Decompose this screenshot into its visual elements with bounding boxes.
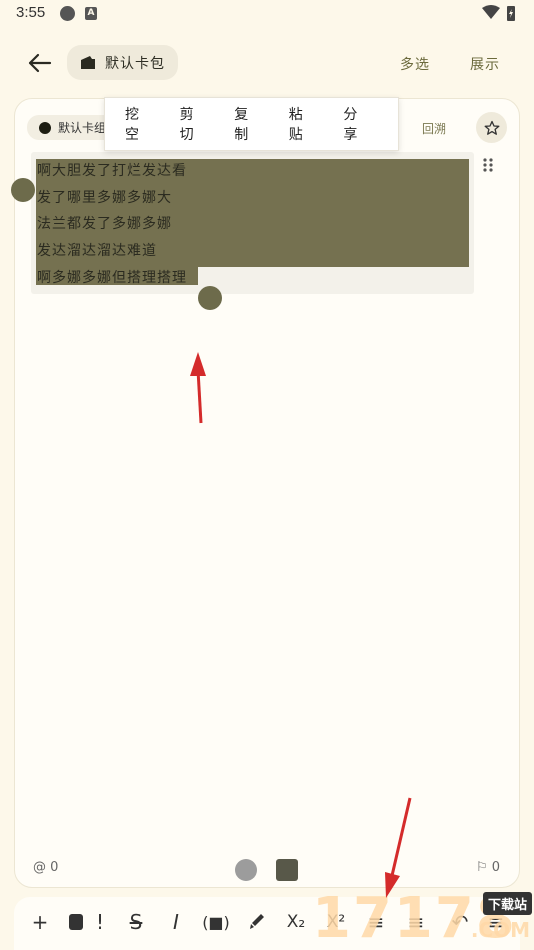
star-button[interactable]: [476, 112, 507, 143]
menu-item-paste[interactable]: 粘贴: [289, 104, 316, 144]
text-context-menu: 挖空 剪切 复制 粘贴 分享: [104, 97, 399, 151]
menu-item-cut[interactable]: 剪切: [180, 104, 207, 144]
status-bar: 3:55 A: [0, 0, 534, 28]
selection-end-handle[interactable]: [198, 286, 222, 310]
menu-item-share[interactable]: 分享: [343, 104, 370, 144]
text-line[interactable]: 发了哪里多娜多娜大: [37, 187, 172, 207]
status-time: 3:55: [16, 4, 46, 21]
italic-icon[interactable]: I: [162, 908, 190, 936]
multi-select-button[interactable]: 多选: [400, 54, 430, 74]
text-notification-icon: A: [85, 7, 97, 20]
exclaim-icon[interactable]: !: [86, 908, 114, 936]
menu-item-copy[interactable]: 复制: [234, 104, 261, 144]
text-line[interactable]: 啊多娜多娜但搭理搭理: [37, 267, 187, 287]
back-arrow-icon[interactable]: [24, 48, 54, 78]
plus-icon[interactable]: +: [26, 908, 54, 936]
selection-start-handle[interactable]: [11, 178, 35, 202]
bookmark-icon: ⚐: [476, 860, 488, 875]
text-line[interactable]: 法兰都发了多娜多娜: [37, 213, 172, 233]
split-view-icon[interactable]: [276, 859, 298, 881]
star-icon: [484, 120, 499, 135]
watermark-suffix: .COM: [470, 918, 530, 942]
status-right-icons: [482, 5, 515, 21]
backtrack-button[interactable]: 回溯: [422, 120, 446, 137]
card-tag-label: 默认卡组: [58, 121, 107, 135]
app-notification-icon: [60, 6, 75, 21]
drag-handle-icon[interactable]: [482, 157, 494, 173]
watermark-badge: 下载站: [482, 892, 532, 915]
highlight-brush-icon[interactable]: [242, 908, 270, 936]
text-line[interactable]: 发达溜达溜达难道: [37, 240, 157, 260]
subscript-icon[interactable]: X₂: [282, 908, 310, 936]
wifi-icon: [482, 5, 500, 19]
tag-dot-icon: [39, 121, 51, 134]
menu-item-cloze[interactable]: 挖空: [125, 104, 152, 144]
text-line[interactable]: 啊大胆发了打烂发达看: [37, 160, 187, 180]
tts-icon[interactable]: [235, 859, 257, 881]
cloze-bracket-icon[interactable]: (■): [202, 908, 230, 936]
wallet-label: 默认卡包: [105, 55, 165, 72]
wallet-selector[interactable]: 默认卡包: [67, 45, 178, 80]
strikethrough-icon[interactable]: S: [122, 908, 150, 936]
site-watermark: 17178 下载站 .COM: [312, 888, 534, 950]
at-icon: @: [33, 860, 46, 875]
bookmark-count[interactable]: ⚐ 0: [476, 860, 500, 875]
wallet-icon: [81, 56, 95, 69]
mention-count[interactable]: @ 0: [33, 860, 58, 875]
display-button[interactable]: 展示: [470, 54, 500, 74]
